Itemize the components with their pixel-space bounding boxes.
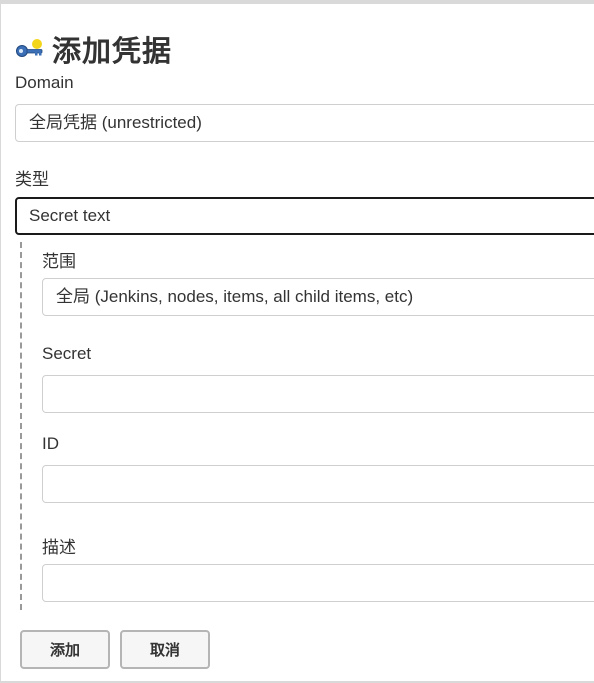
description-input[interactable]	[56, 565, 594, 601]
scope-value: 全局 (Jenkins, nodes, items, all child ite…	[56, 287, 414, 306]
secret-field[interactable]	[42, 375, 594, 413]
nested-section-divider	[20, 242, 22, 610]
id-input[interactable]	[56, 466, 594, 502]
description-field[interactable]	[42, 564, 594, 602]
page-header: 添加凭据	[15, 28, 172, 70]
kind-label: 类型	[15, 170, 49, 189]
scope-select[interactable]: 全局 (Jenkins, nodes, items, all child ite…	[42, 278, 594, 316]
id-label: ID	[42, 434, 59, 453]
id-field[interactable]	[42, 465, 594, 503]
secret-label: Secret	[42, 344, 92, 363]
kind-value: Secret text	[29, 206, 111, 225]
scope-label: 范围	[42, 252, 76, 271]
kind-select[interactable]: Secret text	[15, 197, 594, 235]
domain-select[interactable]: 全局凭据 (unrestricted)	[15, 104, 594, 142]
description-label: 描述	[42, 538, 76, 557]
key-icon	[15, 38, 45, 60]
add-button[interactable]: 添加	[20, 630, 110, 669]
cancel-button[interactable]: 取消	[120, 630, 210, 669]
domain-value: 全局凭据 (unrestricted)	[29, 113, 202, 132]
domain-label: Domain	[15, 73, 74, 92]
page-title: 添加凭据	[52, 36, 173, 68]
secret-input[interactable]	[56, 376, 594, 412]
